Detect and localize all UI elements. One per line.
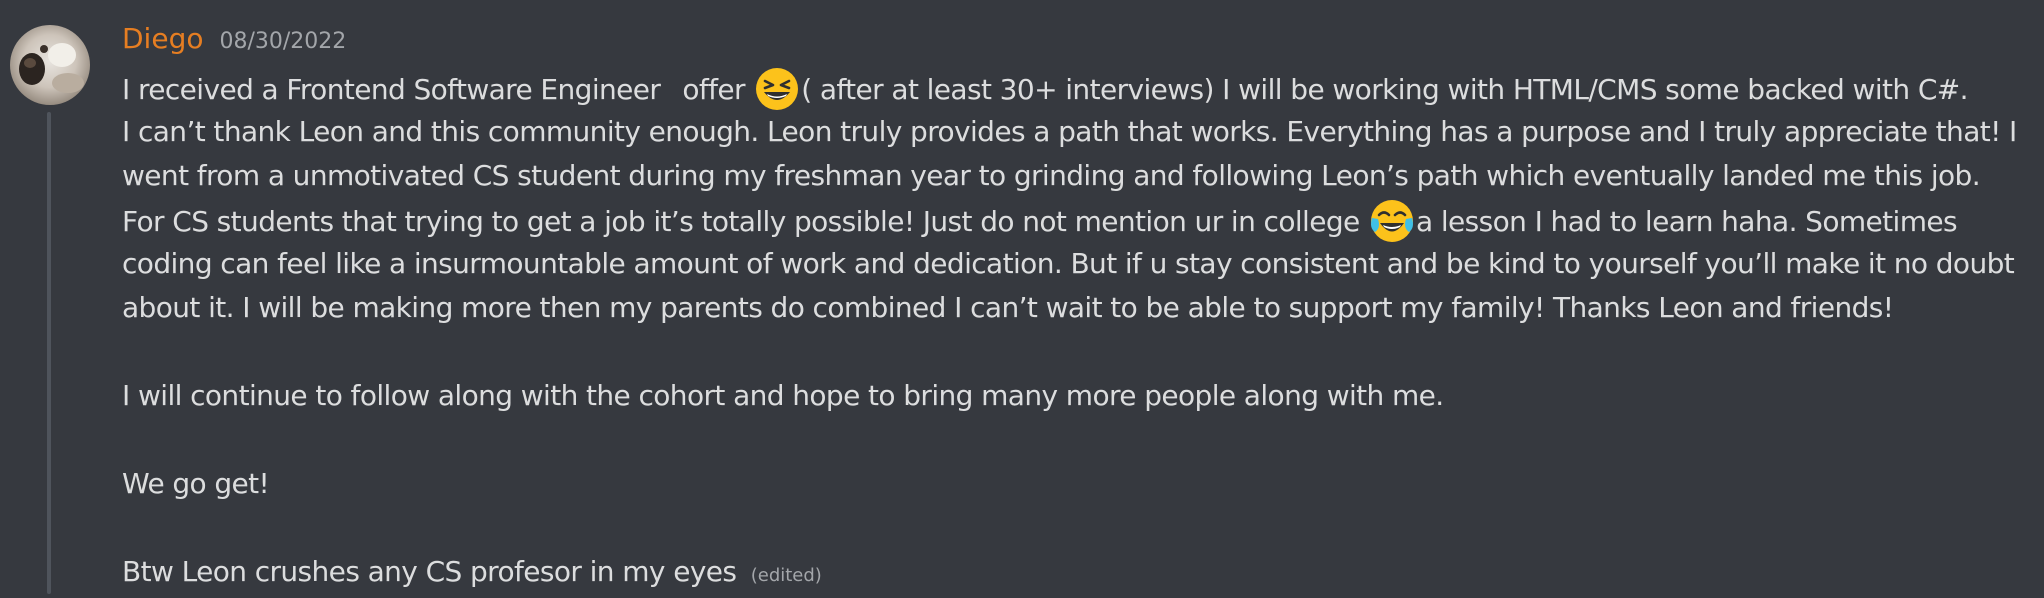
avatar-image [10, 25, 90, 105]
message-text: For CS students that trying to get a job… [122, 205, 1360, 238]
chat-message: Diego 08/30/2022 I received a Frontend S… [0, 0, 2044, 594]
message-line: I can’t thank Leon and this community en… [122, 115, 2017, 148]
avatar[interactable] [10, 25, 90, 105]
message-line: I will continue to follow along with the… [122, 379, 1444, 412]
timestamp[interactable]: 08/30/2022 [219, 29, 346, 54]
edited-label: (edited) [750, 565, 822, 586]
message-line: went from a unmotivated CS student durin… [122, 159, 1981, 192]
message-line: about it. I will be making more then my … [122, 291, 1894, 324]
username[interactable]: Diego [122, 22, 203, 55]
message-content: I received a Frontend Software Engineer o… [122, 66, 2022, 594]
grinning-squinting-face-emoji-icon [754, 66, 800, 112]
message-text: ( after at least 30+ interviews) I will … [801, 73, 1968, 106]
message-line: We go get! [122, 467, 270, 500]
message-text: offer [682, 73, 745, 106]
message-line: coding can feel like a insurmountable am… [122, 247, 2015, 280]
reply-thread-line [47, 112, 51, 594]
message-text: Btw Leon crushes any CS profesor in my e… [122, 555, 737, 588]
message-line: I received a Frontend Software Engineer o… [122, 66, 2022, 110]
message-line: For CS students that trying to get a job… [122, 198, 2022, 242]
message-text: I received a Frontend Software Engineer [122, 73, 661, 106]
message-text: a lesson I had to learn haha. Sometimes [1415, 205, 1958, 238]
message-line: Btw Leon crushes any CS profesor in my e… [122, 550, 2022, 594]
message-header: Diego 08/30/2022 [122, 22, 346, 66]
face-with-tears-of-joy-emoji-icon [1369, 198, 1415, 244]
